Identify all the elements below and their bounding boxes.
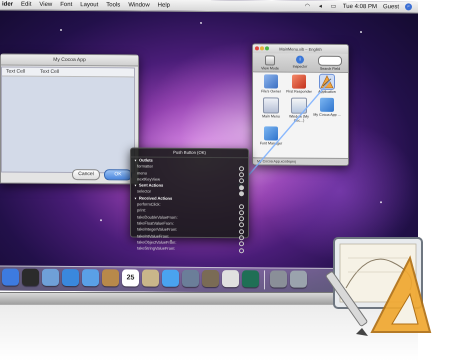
dock-icons: 25: [0, 268, 307, 290]
safari-icon[interactable]: [62, 268, 79, 287]
connections-hud: Push Button (OK) ▼ Outlets formatter menu ne…: [130, 147, 249, 253]
hud-row-label: Outlets: [138, 157, 153, 163]
finder-icon[interactable]: [2, 268, 19, 286]
ichat-icon[interactable]: [82, 269, 99, 287]
calendar-icon[interactable]: 25: [122, 269, 139, 287]
hud-row-label: performClick:: [137, 201, 161, 207]
mail-icon[interactable]: [42, 268, 59, 286]
hud-connection-row[interactable]: takeStringValueFrom:: [131, 246, 248, 253]
hud-row-label: nextKeyView: [137, 176, 161, 182]
connection-dot-icon[interactable]: [239, 247, 244, 253]
time-machine-icon[interactable]: [242, 270, 259, 288]
hud-row-label: selector: [137, 188, 152, 195]
dashboard-icon[interactable]: [22, 268, 39, 286]
hud-row-label: Received Actions: [138, 195, 173, 201]
address-book-icon[interactable]: [102, 269, 119, 287]
system-preferences-icon[interactable]: [270, 270, 287, 288]
hud-row-label: takeDoubleValueFrom:: [137, 214, 178, 220]
hud-row-label: formatter: [137, 163, 154, 169]
garageband-icon[interactable]: [222, 270, 239, 288]
dock-separator: [264, 270, 265, 290]
hud-row-label: takeFloatValueFrom:: [137, 220, 174, 226]
interface-builder-icon: [325, 237, 432, 336]
hud-row-label: takeIntegerValueFrom:: [137, 226, 178, 233]
hud-row-label: takeIntValueFrom:: [137, 233, 170, 239]
imovie-icon[interactable]: [202, 269, 219, 288]
xcode-icon[interactable]: [290, 270, 307, 288]
hud-row-label: menu: [137, 170, 148, 176]
preview-icon[interactable]: [142, 269, 159, 287]
hud-connection-list: ▼ Outlets formatter menu nextKeyView ▼ Sent Ac…: [131, 157, 248, 253]
hud-row-label: takeStringValueFrom:: [137, 245, 176, 251]
iphoto-icon[interactable]: [182, 269, 199, 287]
itunes-icon[interactable]: [162, 269, 179, 287]
hud-row-label: Sent Actions: [138, 182, 164, 188]
hud-row-label: print:: [137, 207, 146, 213]
hud-row-label: takeObjectValueFrom:: [137, 239, 177, 245]
